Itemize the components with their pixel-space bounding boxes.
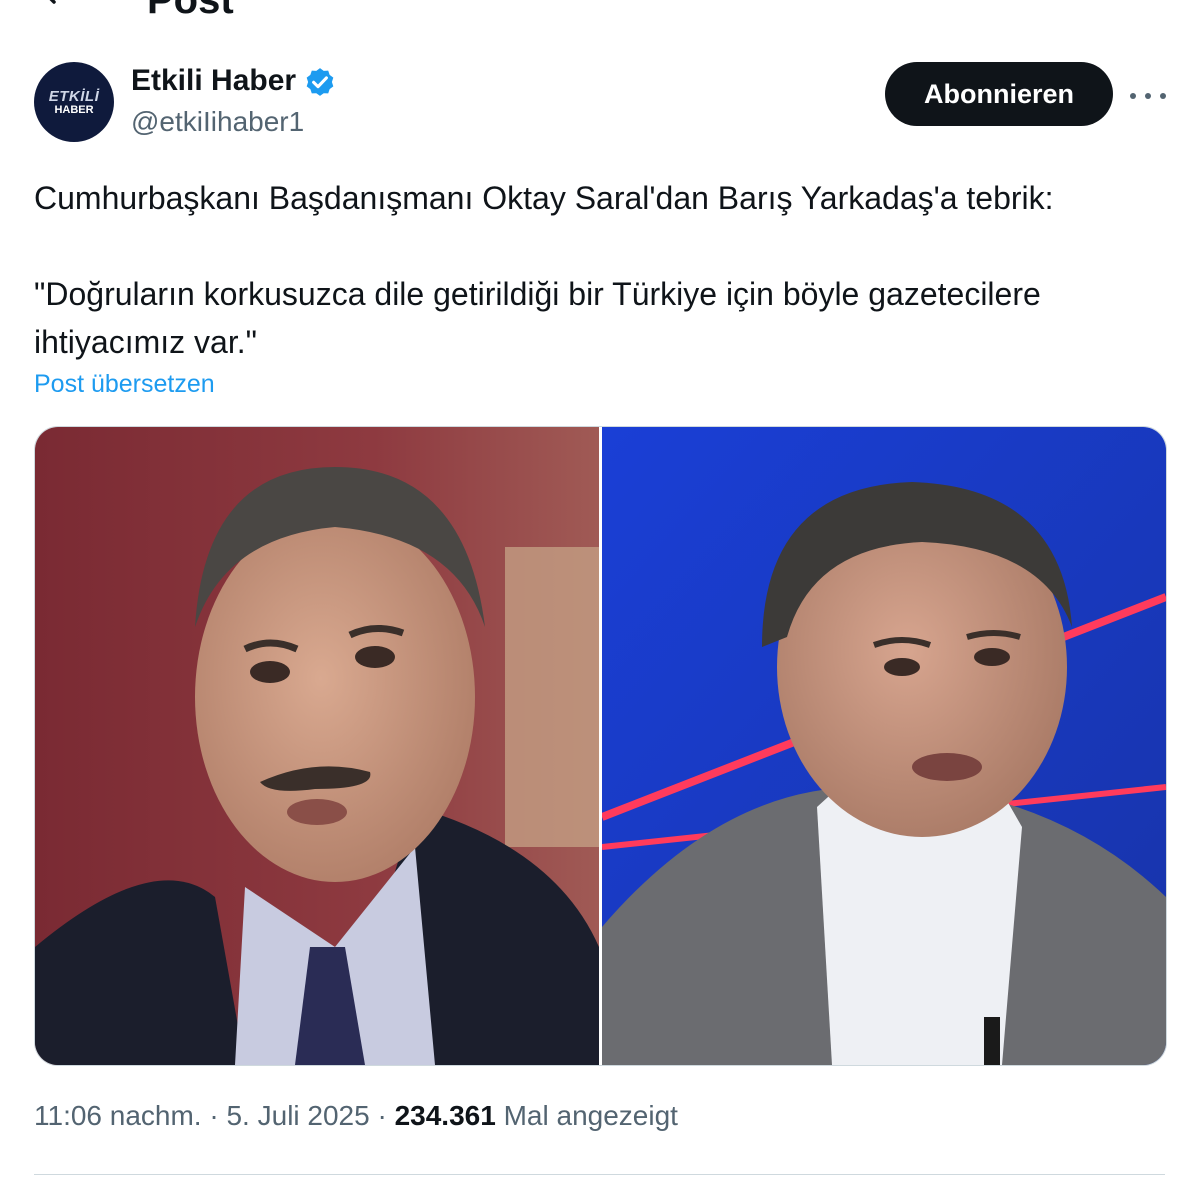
avatar[interactable]: ETKİLİ HABER: [34, 62, 114, 142]
post-text-quote: "Doğruların korkusuzca dile getirildiği …: [34, 276, 1041, 360]
post-meta: 11:06 nachm. · 5. Juli 2025 · 234.361 Ma…: [34, 1100, 678, 1132]
dot: [1130, 93, 1136, 99]
translate-post-link[interactable]: Post übersetzen: [34, 370, 215, 399]
photo-right[interactable]: [602, 427, 1166, 1065]
avatar-text-line2: HABER: [54, 104, 94, 116]
photo-left[interactable]: [35, 427, 599, 1065]
arrow-left-icon[interactable]: [36, 0, 76, 12]
avatar-text-line1: ETKİLİ: [48, 88, 100, 105]
dot: [1145, 93, 1151, 99]
views-label: Mal angezeigt: [503, 1100, 678, 1131]
post-text-line1: Cumhurbaşkanı Başdanışmanı Oktay Saral'd…: [34, 180, 1054, 216]
author-handle[interactable]: @etkiIihaber1: [131, 106, 304, 138]
subscribe-button[interactable]: Abonnieren: [885, 62, 1113, 126]
divider: [34, 1174, 1165, 1175]
dot: [1160, 93, 1166, 99]
author-display-name[interactable]: Etkili Haber: [131, 64, 296, 98]
verified-badge-icon[interactable]: [303, 66, 337, 100]
post-text: Cumhurbaşkanı Başdanışmanı Oktay Saral'd…: [34, 174, 1154, 366]
post-time[interactable]: 11:06 nachm.: [34, 1100, 202, 1131]
more-horizontal-icon[interactable]: [1130, 78, 1166, 114]
post-date[interactable]: 5. Juli 2025: [226, 1100, 369, 1131]
media-grid: [34, 426, 1167, 1066]
page-title: Post: [147, 0, 234, 22]
meta-separator: ·: [201, 1100, 227, 1131]
meta-separator: ·: [369, 1100, 395, 1131]
views-count: 234.361: [394, 1100, 496, 1131]
top-bar: Post: [0, 0, 1191, 30]
